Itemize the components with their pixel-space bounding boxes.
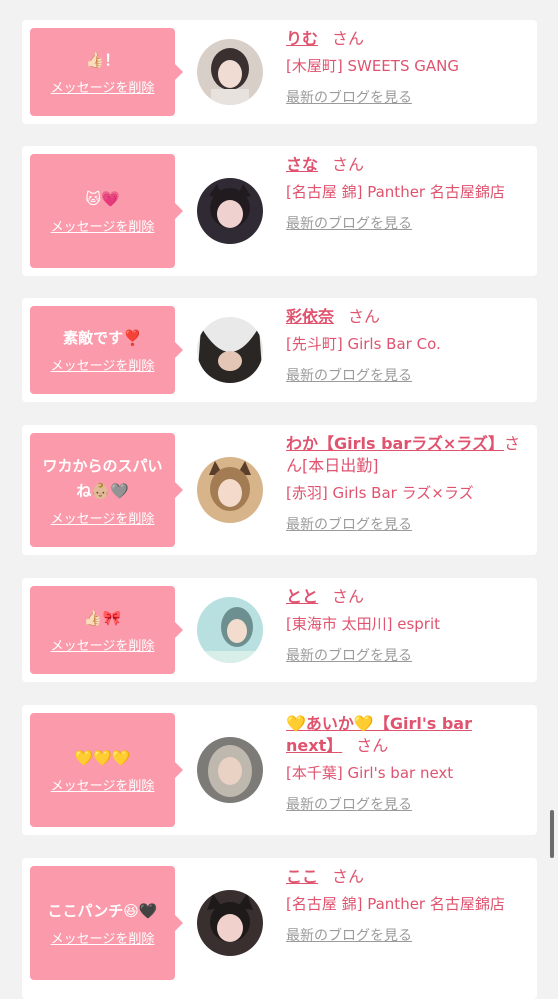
avatar-photo <box>197 457 263 523</box>
blog-link[interactable]: 最新のブログを見る <box>286 213 412 233</box>
blog-link[interactable]: 最新のブログを見る <box>286 514 412 534</box>
scrollbar[interactable] <box>550 810 554 858</box>
shop-text: [赤羽] Girls Bar ラズ×ラズ <box>286 484 474 502</box>
info: 彩依奈 さん [先斗町] Girls Bar Co. 最新のブログを見る <box>286 306 522 385</box>
delete-message-link[interactable]: メッセージを削除 <box>51 355 155 374</box>
list-item: 💛💛💛 メッセージを削除 💛あいか💛【Girl's bar next】 さん [本… <box>22 705 537 835</box>
avatar-photo <box>197 890 263 956</box>
blog-link[interactable]: 最新のブログを見る <box>286 794 412 814</box>
message-text: ここパンチ😆🖤 <box>47 902 158 920</box>
message-text: 素敵です❣️ <box>63 329 142 347</box>
info: とと さん [東海市 太田川] esprit 最新のブログを見る <box>286 586 522 665</box>
user-name-link[interactable]: ここ <box>286 867 318 886</box>
message-bubble: 💛💛💛 メッセージを削除 <box>30 713 183 827</box>
avatar[interactable] <box>197 890 263 956</box>
avatar-photo <box>197 39 263 105</box>
message-text: 🐱💗 <box>85 190 120 208</box>
message-list: 👍🏻！ メッセージを削除 りむ さん [木屋町] SWEETS GANG 最新のブ… <box>0 0 558 999</box>
info: 💛あいか💛【Girl's bar next】 さん [本千葉] Girl's ba… <box>286 713 522 814</box>
delete-message-link[interactable]: メッセージを削除 <box>51 216 155 235</box>
shop-text: [木屋町] SWEETS GANG <box>286 57 459 75</box>
info: わか【Girls barラズ×ラズ】さん[本日出勤] [赤羽] Girls Ba… <box>286 433 522 534</box>
avatar[interactable] <box>197 178 263 244</box>
honorific: さん <box>332 29 365 48</box>
avatar[interactable] <box>197 317 263 383</box>
message-bubble: 👍🏻！ メッセージを削除 <box>30 28 183 116</box>
shop-text: [東海市 太田川] esprit <box>286 615 441 633</box>
avatar-photo <box>197 317 263 383</box>
user-name-link[interactable]: 彩依奈 <box>286 307 334 326</box>
message-bubble: 🐱💗 メッセージを削除 <box>30 154 183 268</box>
avatar[interactable] <box>197 457 263 523</box>
user-name-link[interactable]: りむ <box>286 29 318 48</box>
message-text: 👍🏻！ <box>85 51 120 69</box>
blog-link[interactable]: 最新のブログを見る <box>286 645 412 665</box>
message-text: 💛💛💛 <box>74 749 131 767</box>
message-text: 👍🏻🎀 <box>83 609 122 627</box>
delete-message-link[interactable]: メッセージを削除 <box>51 635 155 654</box>
list-item: ここパンチ😆🖤 メッセージを削除 ここ さん [名古屋 錦] Panther 名古… <box>22 858 537 999</box>
honorific: さん <box>332 155 365 174</box>
info: ここ さん [名古屋 錦] Panther 名古屋錦店 最新のブログを見る <box>286 866 522 945</box>
list-item: 🐱💗 メッセージを削除 さな さん [名古屋 錦] Panther 名古屋錦店 最… <box>22 146 537 276</box>
delete-message-link[interactable]: メッセージを削除 <box>51 77 155 96</box>
user-name-link[interactable]: わか【Girls barラズ×ラズ】 <box>286 434 504 453</box>
avatar[interactable] <box>197 737 263 803</box>
user-name-link[interactable]: さな <box>286 155 318 174</box>
delete-message-link[interactable]: メッセージを削除 <box>51 775 155 794</box>
list-item: 👍🏻！ メッセージを削除 りむ さん [木屋町] SWEETS GANG 最新のブ… <box>22 20 537 124</box>
list-item: 素敵です❣️ メッセージを削除 彩依奈 さん [先斗町] Girls Bar Co… <box>22 298 537 402</box>
avatar-photo <box>197 597 263 663</box>
list-item: ワカからのスパいね👶🏼🩶 メッセージを削除 わか【Girls barラズ×ラズ】… <box>22 425 537 555</box>
shop-text: [名古屋 錦] Panther 名古屋錦店 <box>286 895 505 913</box>
message-bubble: ワカからのスパいね👶🏼🩶 メッセージを削除 <box>30 433 183 547</box>
blog-link[interactable]: 最新のブログを見る <box>286 87 412 107</box>
message-bubble: ここパンチ😆🖤 メッセージを削除 <box>30 866 183 980</box>
avatar-photo <box>197 178 263 244</box>
shop-text: [名古屋 錦] Panther 名古屋錦店 <box>286 183 505 201</box>
avatar[interactable] <box>197 597 263 663</box>
blog-link[interactable]: 最新のブログを見る <box>286 365 412 385</box>
honorific: さん <box>332 587 365 606</box>
shop-text: [本千葉] Girl's bar next <box>286 764 454 782</box>
info: りむ さん [木屋町] SWEETS GANG 最新のブログを見る <box>286 28 522 107</box>
avatar-photo <box>197 737 263 803</box>
message-text: ワカからのスパいね👶🏼🩶 <box>42 456 163 500</box>
blog-link[interactable]: 最新のブログを見る <box>286 925 412 945</box>
honorific: さん <box>332 867 365 886</box>
honorific: さん <box>356 736 389 755</box>
user-name-link[interactable]: とと <box>286 587 318 606</box>
delete-message-link[interactable]: メッセージを削除 <box>51 928 155 947</box>
shop-text: [先斗町] Girls Bar Co. <box>286 335 441 353</box>
honorific: さん <box>348 307 381 326</box>
avatar[interactable] <box>197 39 263 105</box>
delete-message-link[interactable]: メッセージを削除 <box>51 508 155 527</box>
status-text: [本日出勤] <box>302 456 379 475</box>
info: さな さん [名古屋 錦] Panther 名古屋錦店 最新のブログを見る <box>286 154 522 233</box>
list-item: 👍🏻🎀 メッセージを削除 とと さん [東海市 太田川] esprit 最新のブロ… <box>22 578 537 682</box>
message-bubble: 素敵です❣️ メッセージを削除 <box>30 306 183 394</box>
message-bubble: 👍🏻🎀 メッセージを削除 <box>30 586 183 674</box>
